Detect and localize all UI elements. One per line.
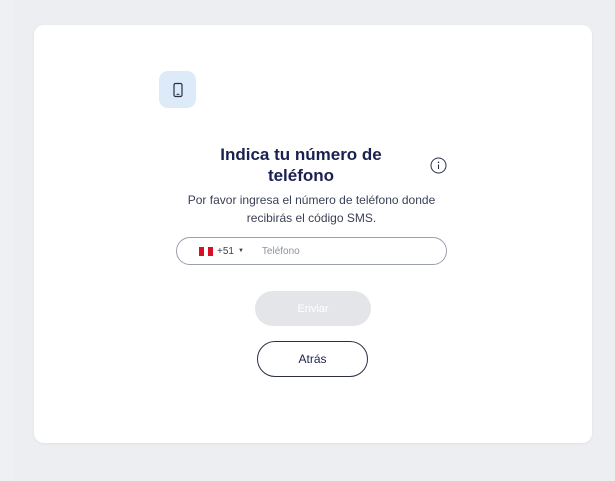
phone-verification-card [34, 25, 592, 443]
info-icon[interactable] [429, 156, 447, 174]
send-button[interactable]: Enviar [255, 291, 371, 326]
instructions-text: Por favor ingresa el número de teléfono … [187, 193, 436, 225]
peru-flag-icon [199, 246, 214, 256]
dial-code: +51 [217, 245, 234, 257]
phone-icon-container [159, 71, 196, 108]
chevron-down-icon: ▼ [237, 248, 244, 254]
phone-icon [172, 82, 183, 97]
phone-input[interactable] [261, 245, 412, 257]
page-title: Indica tu número de teléfono [220, 145, 382, 185]
phone-number-field: +51 ▼ [176, 237, 447, 265]
back-button[interactable]: Atrás [257, 341, 368, 377]
country-code-select[interactable]: +51 ▼ [199, 238, 244, 264]
